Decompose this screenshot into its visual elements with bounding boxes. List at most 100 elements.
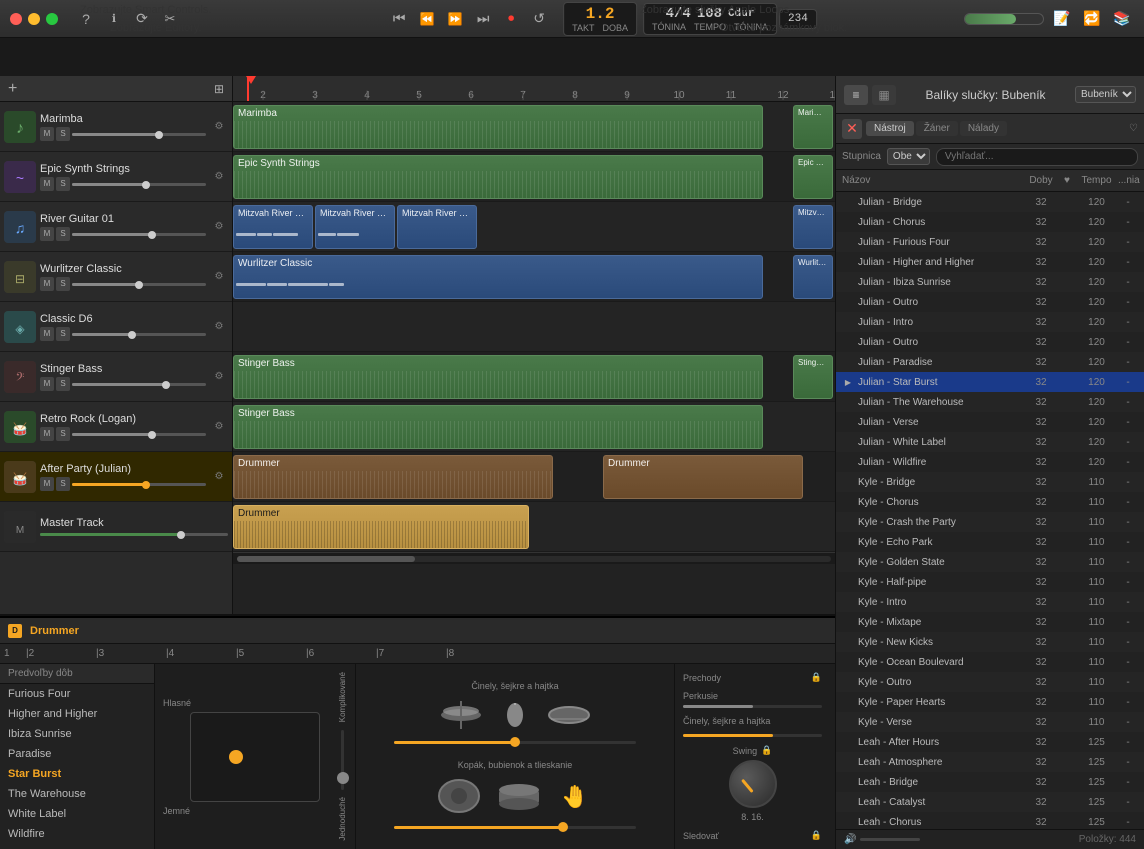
track-mute-wurlitzer[interactable]: M (40, 277, 54, 291)
info-button[interactable]: ℹ (102, 7, 126, 31)
loop-item-13[interactable]: Julian - Wildfire 32 120 - (836, 452, 1144, 472)
track-mute-retro[interactable]: M (40, 427, 54, 441)
loop-item-15[interactable]: Kyle - Chorus 32 110 - (836, 492, 1144, 512)
track-lane-guitar[interactable]: Mitzvah River Gui Mitzvah River Gui (233, 202, 835, 252)
clip-epic-synth-2[interactable]: Epic Synth Strings (793, 155, 833, 199)
loop-item-23[interactable]: Kyle - Ocean Boulevard 32 110 - (836, 652, 1144, 672)
swing-knob[interactable] (729, 760, 777, 808)
clip-guitar-4[interactable]: Mitzvah River Gui (793, 205, 833, 249)
add-track-button[interactable]: + (8, 80, 17, 98)
col-fav-header[interactable]: ♥ (1059, 175, 1075, 186)
loop-item-17[interactable]: Kyle - Echo Park 32 110 - (836, 532, 1144, 552)
help-button[interactable]: ? (74, 7, 98, 31)
track-settings-guitar[interactable]: ⚙ (210, 218, 228, 236)
loops-grid-view[interactable]: ▦ (872, 85, 896, 105)
track-settings-retro[interactable]: ⚙ (210, 418, 228, 436)
track-settings-marimba[interactable]: ⚙ (210, 118, 228, 136)
clip-drummer-2[interactable]: Drummer (603, 455, 803, 499)
cymbals-slider[interactable] (683, 734, 822, 737)
track-solo-retro[interactable]: S (56, 427, 70, 441)
track-mute-d6[interactable]: M (40, 327, 54, 341)
loop-item-7[interactable]: Julian - Outro 32 120 - (836, 332, 1144, 352)
clip-guitar-2[interactable]: Mitzvah River Gui (315, 205, 395, 249)
kick-level-slider[interactable] (394, 826, 636, 829)
col-name-header[interactable]: Názov (842, 175, 1023, 186)
shaker-group[interactable] (499, 701, 531, 729)
preset-furious-four[interactable]: Furious Four (0, 684, 154, 704)
skip-button[interactable]: ⏭ (471, 7, 495, 31)
loop-item-24[interactable]: Kyle - Outro 32 110 - (836, 672, 1144, 692)
hihat-open-group[interactable] (439, 701, 483, 729)
horizontal-scrollbar[interactable] (233, 552, 835, 564)
rewind-button[interactable]: ⏮ (387, 7, 411, 31)
loop-item-19[interactable]: Kyle - Half-pipe 32 110 - (836, 572, 1144, 592)
close-button[interactable] (10, 13, 22, 25)
loop-item-16[interactable]: Kyle - Crash the Party 32 110 - (836, 512, 1144, 532)
loop-item-31[interactable]: Leah - Chorus 32 125 - (836, 812, 1144, 829)
track-lane-wurlitzer[interactable]: Wurlitzer Classic Wurlitzer Classic (233, 252, 835, 302)
col-bars-header[interactable]: Doby (1027, 175, 1055, 186)
clip-marimba-2[interactable]: Marimba (793, 105, 833, 149)
track-solo-guitar[interactable]: S (56, 227, 70, 241)
track-settings-epic[interactable]: ⚙ (210, 168, 228, 186)
forward-button[interactable]: ⏩ (443, 7, 467, 31)
kick-group[interactable] (437, 778, 481, 814)
filter-tab-instrument[interactable]: Nástroj (866, 121, 914, 136)
track-solo-d6[interactable]: S (56, 327, 70, 341)
preset-higher-and-higher[interactable]: Higher and Higher (0, 704, 154, 724)
loop-item-30[interactable]: Leah - Catalyst 32 125 - (836, 792, 1144, 812)
maximize-button[interactable] (46, 13, 58, 25)
track-mute-bass[interactable]: M (40, 377, 54, 391)
snare2-group[interactable] (497, 782, 541, 810)
loop-item-11[interactable]: Julian - Verse 32 120 - (836, 412, 1144, 432)
loop-item-3[interactable]: Julian - Higher and Higher 32 120 - (836, 252, 1144, 272)
track-lane-stinger-2[interactable]: Stinger Bass (233, 402, 835, 452)
loop-item-20[interactable]: Kyle - Intro 32 110 - (836, 592, 1144, 612)
notepad-button[interactable]: 📝 (1050, 7, 1074, 31)
track-solo-bass[interactable]: S (56, 377, 70, 391)
back-button[interactable]: ⏪ (415, 7, 439, 31)
track-options-button[interactable]: ⊞ (214, 82, 224, 96)
library-button[interactable]: 📚 (1110, 7, 1134, 31)
clip-guitar-3[interactable]: Mitzvah River Gui (397, 205, 477, 249)
loop-item-25[interactable]: Kyle - Paper Hearts 32 110 - (836, 692, 1144, 712)
scissors-button[interactable]: ✂ (158, 7, 182, 31)
clip-stinger-2[interactable]: Stinger Bass (793, 355, 833, 399)
clip-stinger-3[interactable]: Stinger Bass (233, 405, 763, 449)
record-button[interactable]: ⏺ (499, 7, 523, 31)
col-extra-header[interactable]: ...nia (1118, 175, 1138, 186)
minimize-button[interactable] (28, 13, 40, 25)
loops-close-button[interactable]: ✕ (842, 119, 862, 139)
preset-paradise[interactable]: Paradise (0, 744, 154, 764)
loop-item-29[interactable]: Leah - Bridge 32 125 - (836, 772, 1144, 792)
clip-wurlitzer-2[interactable]: Wurlitzer Classic (793, 255, 833, 299)
track-settings-d6[interactable]: ⚙ (210, 318, 228, 336)
track-lane-marimba[interactable]: Marimba Marimba (233, 102, 835, 152)
loop-item-18[interactable]: Kyle - Golden State 32 110 - (836, 552, 1144, 572)
master-volume-slider[interactable] (964, 13, 1044, 25)
loop-item-21[interactable]: Kyle - Mixtape 32 110 - (836, 612, 1144, 632)
loop-item-27[interactable]: Leah - After Hours 32 125 - (836, 732, 1144, 752)
loop-item-4[interactable]: Julian - Ibiza Sunrise 32 120 - (836, 272, 1144, 292)
track-settings-wurlitzer[interactable]: ⚙ (210, 268, 228, 286)
preset-wildfire[interactable]: Wildfire (0, 824, 154, 844)
track-solo-epic[interactable]: S (56, 177, 70, 191)
clip-drummer-selected[interactable]: Drummer (233, 505, 529, 549)
loop-button[interactable]: ⟳ (130, 7, 154, 31)
loops-view-toggle[interactable]: ≡ ▦ (844, 85, 896, 105)
percussion-slider[interactable] (683, 705, 822, 708)
preset-the-warehouse[interactable]: The Warehouse (0, 784, 154, 804)
preset-ibiza-sunrise[interactable]: Ibiza Sunrise (0, 724, 154, 744)
clip-drummer-1[interactable]: Drummer (233, 455, 553, 499)
clap-group[interactable]: 🤚 (557, 778, 593, 814)
scale-dropdown[interactable]: Obe (887, 148, 930, 165)
clip-guitar-1[interactable]: Mitzvah River Gui (233, 205, 313, 249)
loop-item-5[interactable]: Julian - Outro 32 120 - (836, 292, 1144, 312)
track-solo-after[interactable]: S (56, 477, 70, 491)
loop-item-10[interactable]: Julian - The Warehouse 32 120 - (836, 392, 1144, 412)
loop-cycle-button[interactable]: ↺ (527, 7, 551, 31)
track-lane-epic-synth[interactable]: Epic Synth Strings Epic Synth Strings (233, 152, 835, 202)
preview-volume-slider[interactable] (860, 838, 920, 841)
clip-marimba-1[interactable]: Marimba (233, 105, 763, 149)
track-vol-marimba[interactable] (72, 133, 206, 136)
